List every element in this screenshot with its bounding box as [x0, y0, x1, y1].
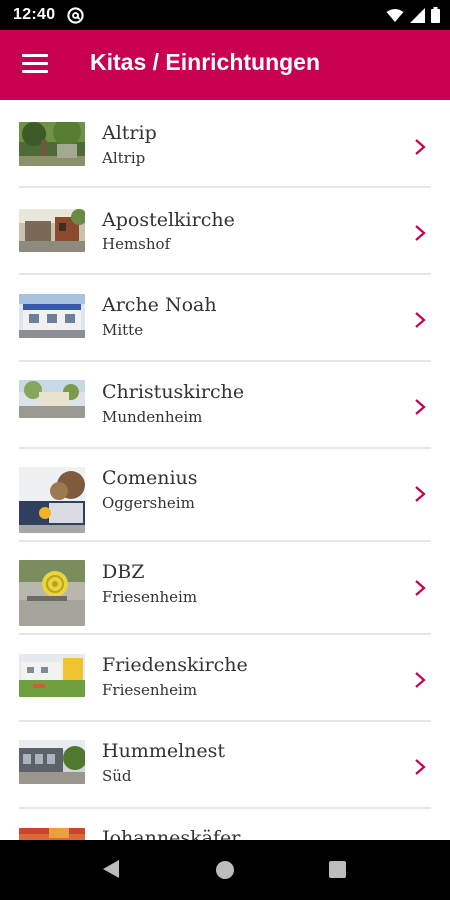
item-title: Altrip: [102, 122, 157, 144]
status-time: 12:40: [13, 6, 56, 23]
item-subtitle: Hemshof: [102, 235, 171, 253]
item-title: DBZ: [102, 561, 145, 583]
system-navigation-bar: [0, 840, 450, 900]
item-subtitle: Süd: [102, 767, 132, 785]
status-icons: [386, 7, 440, 23]
chevron-right-icon: [415, 759, 426, 775]
list-item[interactable]: DBZ Friesenheim: [0, 541, 450, 635]
list-item[interactable]: Christuskirche Mundenheim: [0, 361, 450, 449]
list-item[interactable]: Hummelnest Süd: [0, 720, 450, 809]
chevron-right-icon: [415, 312, 426, 328]
facility-thumbnail: [19, 560, 85, 626]
item-subtitle: Oggersheim: [102, 494, 195, 512]
menu-icon[interactable]: [22, 54, 48, 74]
item-title: Apostelkirche: [102, 209, 235, 231]
facility-thumbnail: [19, 122, 85, 166]
at-sign-icon: [67, 7, 84, 24]
home-icon[interactable]: [216, 861, 234, 879]
battery-icon: [431, 7, 440, 23]
item-title: Hummelnest: [102, 740, 226, 762]
item-subtitle: Altrip: [102, 149, 146, 167]
facility-list: Altrip Altrip Apostelkirche Hemshof Arch…: [0, 100, 450, 840]
item-subtitle: Friesenheim: [102, 588, 198, 606]
item-title: Friedenskirche: [102, 654, 248, 676]
signal-icon: [410, 7, 425, 23]
facility-thumbnail: [19, 380, 85, 418]
back-icon[interactable]: [102, 859, 120, 879]
item-title: Johanneskäfer: [102, 827, 241, 840]
chevron-right-icon: [415, 399, 426, 415]
list-item[interactable]: Arche Noah Mitte: [0, 274, 450, 362]
list-item[interactable]: Johanneskäfer: [0, 807, 450, 840]
item-title: Christuskirche: [102, 381, 245, 403]
facility-thumbnail: [19, 828, 85, 840]
item-title: Arche Noah: [102, 294, 217, 316]
facility-thumbnail: [19, 209, 85, 252]
item-subtitle: Friesenheim: [102, 681, 198, 699]
item-subtitle: Mundenheim: [102, 408, 203, 426]
chevron-right-icon: [415, 672, 426, 688]
app-bar: Kitas / Einrichtungen: [0, 30, 450, 100]
item-title: Comenius: [102, 467, 198, 489]
list-item[interactable]: Apostelkirche Hemshof: [0, 188, 450, 275]
facility-thumbnail: [19, 740, 85, 784]
chevron-right-icon: [415, 225, 426, 241]
list-item[interactable]: Altrip Altrip: [0, 100, 450, 188]
list-item[interactable]: Friedenskirche Friesenheim: [0, 634, 450, 722]
chevron-right-icon: [415, 580, 426, 596]
facility-thumbnail: [19, 294, 85, 338]
chevron-right-icon: [415, 486, 426, 502]
chevron-right-icon: [415, 139, 426, 155]
status-bar: 12:40: [0, 0, 450, 30]
page-title: Kitas / Einrichtungen: [90, 49, 321, 75]
item-subtitle: Mitte: [102, 321, 144, 339]
recent-apps-icon[interactable]: [329, 861, 346, 878]
wifi-icon: [386, 8, 404, 22]
list-item[interactable]: Comenius Oggersheim: [0, 447, 450, 542]
facility-thumbnail: [19, 654, 85, 697]
facility-thumbnail: [19, 467, 85, 533]
